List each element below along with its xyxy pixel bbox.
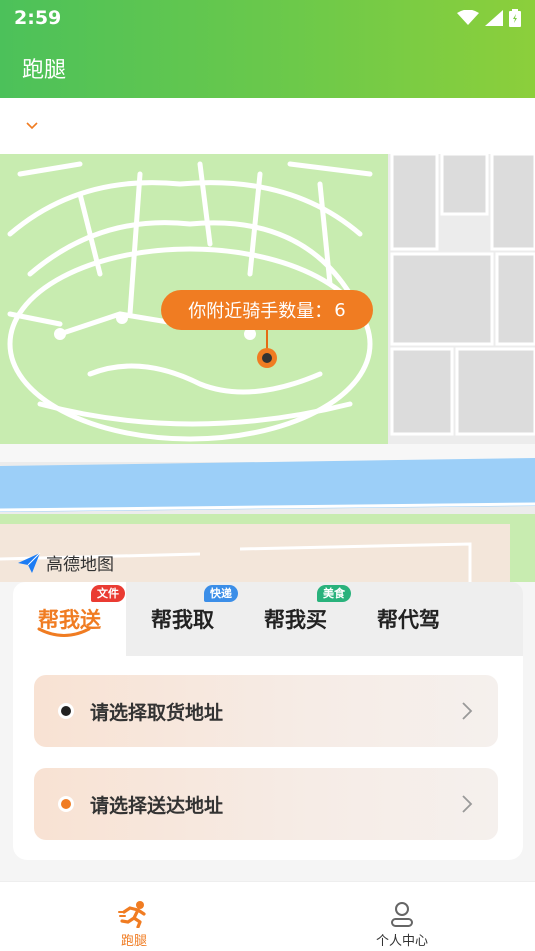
- amap-logo-icon: [18, 552, 41, 573]
- tab-driver-label: 帮代驾: [377, 608, 440, 632]
- rider-count-bubble: 你附近骑手数量： 6: [161, 290, 373, 330]
- nav-errand[interactable]: 跑腿: [84, 900, 184, 949]
- battery-icon: [509, 9, 521, 27]
- status-bar: 2:59: [0, 0, 535, 36]
- tab-buy[interactable]: 帮我买 美食: [239, 582, 352, 656]
- status-time: 2:59: [14, 7, 62, 29]
- amap-logo-text: 高德地图: [46, 555, 114, 575]
- status-icons: [457, 9, 521, 27]
- tab-pickup-label: 帮我取: [151, 608, 214, 632]
- active-tab-indicator: [37, 627, 91, 637]
- delivery-address-row[interactable]: 请选择送达地址: [34, 768, 498, 840]
- pickup-dot-icon: [58, 703, 74, 719]
- tab-driver[interactable]: 帮代驾: [352, 582, 465, 656]
- tab-pickup-badge: 快递: [204, 585, 238, 602]
- tab-buy-label: 帮我买: [264, 608, 327, 632]
- signal-icon: [485, 10, 503, 26]
- nav-profile[interactable]: 个人中心: [352, 900, 452, 949]
- location-pin-icon: [257, 348, 277, 368]
- chevron-right-icon: [462, 702, 473, 720]
- app-header: 2:59 跑腿: [0, 0, 535, 98]
- pickup-address-row[interactable]: 请选择取货地址: [34, 675, 498, 747]
- tab-send[interactable]: 帮我送 文件: [13, 582, 126, 656]
- map-view[interactable]: 你附近骑手数量： 6 高德地图: [0, 154, 535, 582]
- person-icon: [391, 902, 413, 927]
- tab-buy-badge: 美食: [317, 585, 351, 602]
- service-tabs: 帮我送 文件 帮我取 快递 帮我买 美食 帮代驾: [13, 582, 523, 656]
- chevron-right-icon: [462, 795, 473, 813]
- pickup-address-label: 请选择取货地址: [90, 701, 224, 724]
- runner-icon: [118, 901, 146, 928]
- address-card: 请选择取货地址 请选择送达地址: [13, 656, 523, 860]
- page-title: 跑腿: [22, 58, 67, 83]
- delivery-dot-icon: [58, 796, 74, 812]
- wifi-icon: [457, 10, 479, 25]
- chevron-down-icon[interactable]: [26, 120, 38, 132]
- city-selector[interactable]: [0, 98, 535, 154]
- tab-pickup[interactable]: 帮我取 快递: [126, 582, 239, 656]
- tab-send-badge: 文件: [91, 585, 125, 602]
- rider-count-label: 你附近骑手数量：: [188, 301, 333, 322]
- nav-errand-label: 跑腿: [120, 934, 147, 949]
- nav-profile-label: 个人中心: [375, 934, 428, 949]
- bottom-nav: 跑腿 个人中心: [0, 881, 535, 951]
- amap-logo: 高德地图: [16, 550, 114, 575]
- map-tiles[interactable]: [0, 154, 535, 582]
- rider-count-value: 6: [334, 299, 346, 321]
- delivery-address-label: 请选择送达地址: [90, 794, 224, 817]
